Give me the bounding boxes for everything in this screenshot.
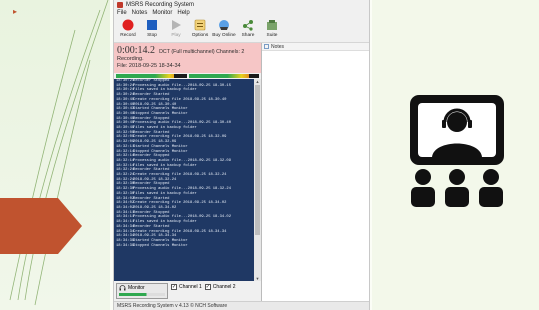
app-icon bbox=[117, 1, 123, 8]
options-icon bbox=[194, 19, 206, 31]
monitor-button[interactable]: Monitor bbox=[116, 283, 168, 299]
codec-detail: DCT (Full multichannel) Channels: 2 bbox=[159, 49, 245, 55]
suite-button[interactable]: Suite bbox=[260, 17, 284, 43]
main-area: 0:00:14.2 DCT (Full multichannel) Channe… bbox=[114, 43, 369, 301]
recording-status-panel: 0:00:14.2 DCT (Full multichannel) Channe… bbox=[114, 43, 261, 73]
slide-corner-mark: ▸ bbox=[13, 7, 17, 16]
stop-button[interactable]: Stop bbox=[140, 17, 164, 43]
channel1-checkbox[interactable]: ✓ Channel 1 bbox=[171, 284, 202, 290]
log-time: 18:34:39 bbox=[116, 243, 135, 248]
suite-icon bbox=[266, 19, 278, 31]
share-button[interactable]: Share bbox=[236, 17, 260, 43]
title-bar: MSRS Recording System bbox=[114, 0, 369, 9]
window-title: MSRS Recording System bbox=[126, 1, 195, 8]
timecode: 0:00:14.2 bbox=[117, 45, 156, 56]
left-pane: 0:00:14.2 DCT (Full multichannel) Channe… bbox=[114, 43, 261, 301]
notes-header: Notes bbox=[262, 43, 369, 51]
play-button[interactable]: Play bbox=[164, 17, 188, 43]
menu-file[interactable]: File bbox=[117, 10, 127, 16]
scroll-thumb[interactable] bbox=[255, 85, 260, 235]
record-icon bbox=[122, 19, 134, 31]
status-bar: MSRS Recording System v 4.13 © NCH Softw… bbox=[114, 301, 369, 310]
checkbox-channel1[interactable]: ✓ bbox=[171, 284, 177, 290]
slide-arrow-shape bbox=[0, 198, 82, 254]
headphones-icon bbox=[119, 285, 126, 291]
record-button[interactable]: Record bbox=[116, 17, 140, 43]
activity-log[interactable]: 18:30:24 Recorder Stopped 18:30:24 Processi… bbox=[114, 79, 261, 281]
stop-icon bbox=[146, 19, 158, 31]
log-scrollbar[interactable]: ▲ ▼ bbox=[254, 79, 261, 281]
right-level-meter bbox=[188, 74, 259, 78]
channel2-checkbox[interactable]: ✓ Channel 2 bbox=[204, 284, 236, 290]
scroll-up-icon[interactable]: ▲ bbox=[255, 79, 260, 84]
notes-pane[interactable]: Notes bbox=[261, 43, 369, 301]
log-row: 18:34:39 Stopped Channels Monitor bbox=[116, 244, 254, 249]
slide-left-decoration: ▸ bbox=[0, 0, 110, 310]
recording-state: Recording. bbox=[117, 56, 144, 62]
left-level-meter bbox=[116, 74, 187, 78]
menu-monitor[interactable]: Monitor bbox=[152, 10, 172, 16]
menu-notes[interactable]: Notes bbox=[132, 10, 148, 16]
share-icon bbox=[242, 19, 254, 31]
buy-online-icon bbox=[218, 19, 230, 31]
buy-online-button[interactable]: Buy Online bbox=[212, 17, 236, 43]
recording-app-window: MSRS Recording System File Notes Monitor… bbox=[113, 0, 370, 310]
menu-help[interactable]: Help bbox=[177, 10, 189, 16]
menu-bar: File Notes Monitor Help bbox=[114, 9, 369, 17]
checkbox-channel2[interactable]: ✓ bbox=[204, 284, 211, 290]
recording-file: File: 2018-09-25 18-34-34 bbox=[117, 63, 181, 69]
slide-right-panel bbox=[372, 0, 539, 310]
play-icon bbox=[170, 19, 182, 31]
options-button[interactable]: Options bbox=[188, 17, 212, 43]
notes-icon bbox=[264, 44, 269, 49]
monitor-volume-slider[interactable] bbox=[119, 293, 165, 296]
toolbar: Record Stop Play Options Buy Online Shar… bbox=[114, 17, 369, 43]
log-message: Stopped Channels Monitor bbox=[133, 243, 188, 248]
call-center-icon bbox=[410, 95, 504, 207]
monitor-bar: Monitor ✓ Channel 1 ✓ Channel 2 bbox=[114, 281, 261, 301]
